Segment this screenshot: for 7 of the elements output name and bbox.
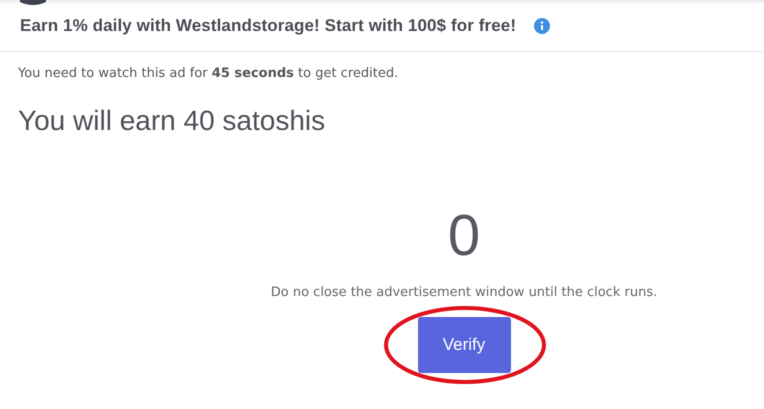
earn-heading: You will earn 40 satoshis xyxy=(18,105,326,137)
countdown-timer: 0 xyxy=(448,207,480,265)
info-icon[interactable] xyxy=(534,18,550,34)
notice-text: You need to watch this ad for 45 seconds to get credited. xyxy=(18,66,400,81)
verify-button[interactable]: Verify xyxy=(418,317,510,373)
banner-text: Earn 1% daily with Westlandstorage! Start with 100$ for free! xyxy=(20,16,516,36)
warning-message: Do no close the advertisement window until the clock runs. xyxy=(270,285,658,300)
